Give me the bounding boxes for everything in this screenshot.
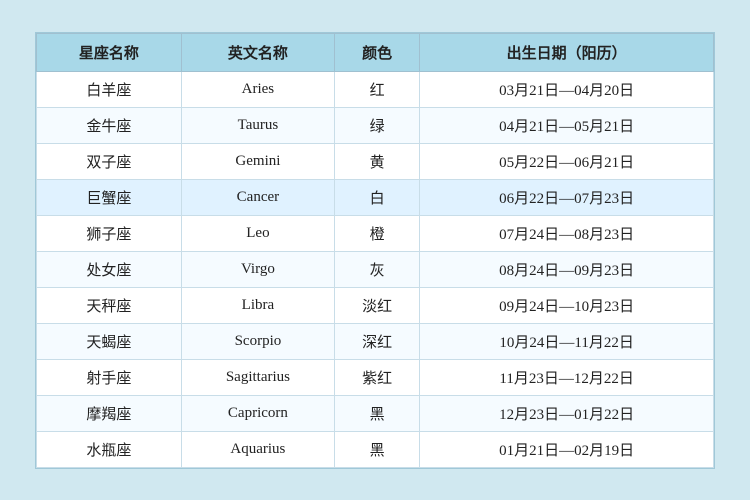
cell-color: 绿 [334,107,419,143]
cell-en-name: Cancer [181,179,334,215]
cell-color: 淡红 [334,287,419,323]
table-header-row: 星座名称 英文名称 颜色 出生日期（阳历） [37,33,714,71]
cell-cn-name: 天蝎座 [37,323,182,359]
cell-en-name: Gemini [181,143,334,179]
cell-cn-name: 天秤座 [37,287,182,323]
cell-color: 紫红 [334,359,419,395]
cell-cn-name: 金牛座 [37,107,182,143]
header-en-name: 英文名称 [181,33,334,71]
cell-en-name: Virgo [181,251,334,287]
cell-dates: 09月24日—10月23日 [420,287,714,323]
header-cn-name: 星座名称 [37,33,182,71]
cell-color: 黑 [334,431,419,467]
table-row: 水瓶座Aquarius黑01月21日—02月19日 [37,431,714,467]
table-row: 射手座Sagittarius紫红11月23日—12月22日 [37,359,714,395]
table-row: 天秤座Libra淡红09月24日—10月23日 [37,287,714,323]
cell-cn-name: 巨蟹座 [37,179,182,215]
cell-color: 灰 [334,251,419,287]
cell-cn-name: 双子座 [37,143,182,179]
cell-color: 黄 [334,143,419,179]
cell-dates: 04月21日—05月21日 [420,107,714,143]
cell-cn-name: 摩羯座 [37,395,182,431]
cell-en-name: Libra [181,287,334,323]
zodiac-table: 星座名称 英文名称 颜色 出生日期（阳历） 白羊座Aries红03月21日—04… [36,33,714,468]
cell-en-name: Taurus [181,107,334,143]
cell-color: 橙 [334,215,419,251]
table-row: 处女座Virgo灰08月24日—09月23日 [37,251,714,287]
cell-dates: 01月21日—02月19日 [420,431,714,467]
table-row: 双子座Gemini黄05月22日—06月21日 [37,143,714,179]
cell-cn-name: 处女座 [37,251,182,287]
cell-en-name: Capricorn [181,395,334,431]
table-row: 金牛座Taurus绿04月21日—05月21日 [37,107,714,143]
table-body: 白羊座Aries红03月21日—04月20日金牛座Taurus绿04月21日—0… [37,71,714,467]
cell-en-name: Aries [181,71,334,107]
cell-dates: 08月24日—09月23日 [420,251,714,287]
cell-dates: 11月23日—12月22日 [420,359,714,395]
cell-dates: 10月24日—11月22日 [420,323,714,359]
table-row: 白羊座Aries红03月21日—04月20日 [37,71,714,107]
table-row: 摩羯座Capricorn黑12月23日—01月22日 [37,395,714,431]
cell-en-name: Aquarius [181,431,334,467]
cell-dates: 07月24日—08月23日 [420,215,714,251]
cell-cn-name: 白羊座 [37,71,182,107]
cell-color: 黑 [334,395,419,431]
table-row: 狮子座Leo橙07月24日—08月23日 [37,215,714,251]
cell-dates: 05月22日—06月21日 [420,143,714,179]
cell-cn-name: 射手座 [37,359,182,395]
zodiac-table-container: 星座名称 英文名称 颜色 出生日期（阳历） 白羊座Aries红03月21日—04… [35,32,715,469]
cell-cn-name: 水瓶座 [37,431,182,467]
cell-en-name: Sagittarius [181,359,334,395]
header-color: 颜色 [334,33,419,71]
cell-dates: 06月22日—07月23日 [420,179,714,215]
cell-color: 红 [334,71,419,107]
cell-color: 深红 [334,323,419,359]
cell-dates: 03月21日—04月20日 [420,71,714,107]
header-dates: 出生日期（阳历） [420,33,714,71]
cell-color: 白 [334,179,419,215]
table-row: 天蝎座Scorpio深红10月24日—11月22日 [37,323,714,359]
cell-cn-name: 狮子座 [37,215,182,251]
cell-en-name: Leo [181,215,334,251]
cell-dates: 12月23日—01月22日 [420,395,714,431]
cell-en-name: Scorpio [181,323,334,359]
table-row: 巨蟹座Cancer白06月22日—07月23日 [37,179,714,215]
